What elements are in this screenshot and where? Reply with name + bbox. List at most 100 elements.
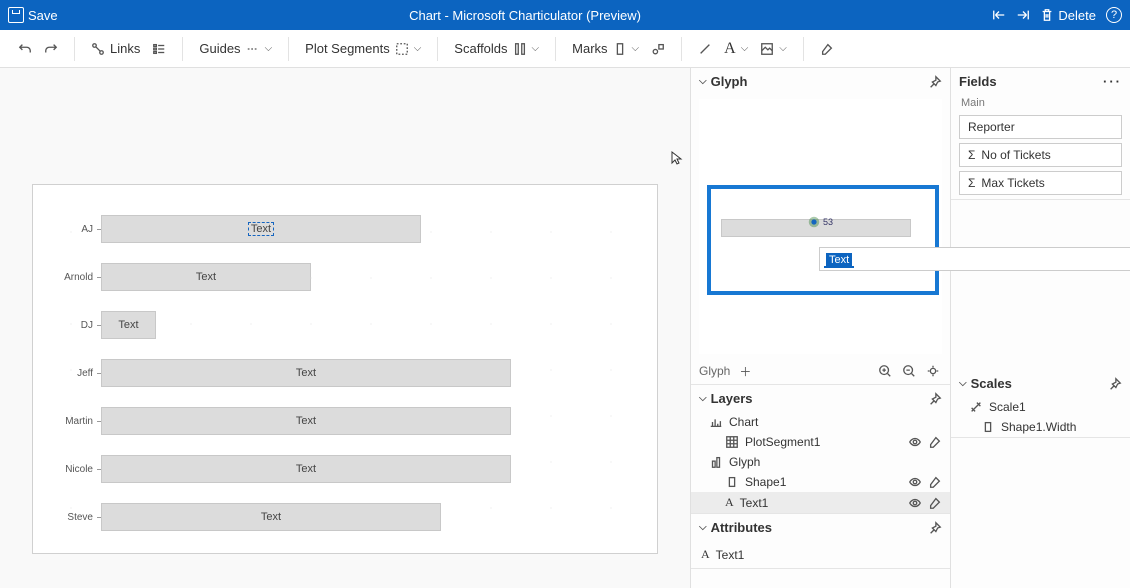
field-reporter[interactable]: Reporter [959,115,1122,139]
bar-text-mark: Text [296,463,316,475]
bar-row[interactable]: JeffText [53,353,637,393]
bar[interactable]: Text [101,407,511,435]
zoom-in-icon [878,364,892,378]
bar[interactable]: Text [101,311,156,339]
layer-label: Glyph [729,455,760,469]
collapse-toggle[interactable]: ⌵ [699,393,707,404]
field-max-tickets[interactable]: Σ Max Tickets [959,171,1122,195]
window-title: Chart - Microsoft Charticulator (Preview… [58,8,993,23]
chevron-down-icon: ⌵ [532,43,540,54]
collapse-toggle[interactable]: ⌵ [699,522,707,533]
bar[interactable]: Text [101,263,311,291]
layer-glyph[interactable]: Glyph [691,452,950,472]
chevron-down-icon: ⌵ [741,43,749,54]
undo-button[interactable] [14,38,36,60]
canvas-area[interactable]: AJTextArnoldTextDJTextJeffTextMartinText… [0,68,690,588]
layer-chart[interactable]: Chart [691,412,950,432]
bar[interactable]: Text [101,503,441,531]
zoom-in-button[interactable] [876,362,894,380]
bar-category-label: Steve [53,512,101,523]
zoom-fit-button[interactable] [924,362,942,380]
sigma-icon: Σ [968,176,975,190]
bar-row[interactable]: AJ Text [53,209,637,249]
text-mark-editor[interactable]: Text ✓ [819,247,1130,271]
visibility-toggle[interactable] [908,475,922,489]
scale-prop-item[interactable]: Shape1.Width [951,417,1130,437]
text-icon: A [701,547,710,562]
text-mark-button[interactable]: A ⌵ [720,36,752,62]
main-area: AJTextArnoldTextDJTextJeffTextMartinText… [0,68,1130,588]
zoom-out-button[interactable] [900,362,918,380]
links-icon [91,42,105,56]
pin-icon[interactable] [928,521,942,535]
symbol-mark-button[interactable] [647,38,669,60]
line-mark-button[interactable] [694,38,716,60]
help-button[interactable]: ? [1106,7,1122,23]
delete-layer-button[interactable] [928,475,942,489]
delete-button[interactable]: Delete [1040,8,1096,23]
eraser-button[interactable] [816,38,838,60]
bar-row[interactable]: DJText [53,305,637,345]
add-glyph-button[interactable]: ＋ [736,362,754,380]
glyph-footer: Glyph ＋ [691,358,950,384]
bar-category-label: DJ [53,320,101,331]
eraser-icon [820,42,834,56]
bar-row[interactable]: ArnoldText [53,257,637,297]
layer-text[interactable]: A Text1 [691,492,950,513]
field-no-of-tickets[interactable]: Σ No of Tickets [959,143,1122,167]
glyph-selection-box [707,185,939,295]
marks-button[interactable]: Marks ⌵ [568,37,643,60]
scale-item[interactable]: Scale1 [951,397,1130,417]
field-label: Max Tickets [981,176,1044,190]
layers-title: Layers [711,391,753,406]
zoom-out-icon [902,364,916,378]
line-icon [698,42,712,56]
bar[interactable]: Text [101,455,511,483]
delete-layer-button[interactable] [928,435,942,449]
visibility-toggle[interactable] [908,435,922,449]
pin-icon[interactable] [1108,377,1122,391]
glyph-canvas[interactable]: 53 Text ✓ [699,99,942,354]
redo-button[interactable] [40,38,62,60]
delete-layer-button[interactable] [928,496,942,510]
layers-panel: ⌵ Layers Chart PlotSegment1 [691,385,950,514]
dock-right-button[interactable] [1016,8,1030,22]
layer-shape[interactable]: Shape1 [691,472,950,492]
rect-icon [725,475,739,489]
layer-plotsegment[interactable]: PlotSegment1 [691,432,950,452]
icon-mark-button[interactable]: ⌵ [756,38,791,60]
bar-row[interactable]: Steve Text [53,497,637,537]
layer-label: Text1 [740,496,769,510]
guides-button[interactable]: Guides ⌵ [195,37,276,60]
text-icon: A [725,495,734,510]
bar-category-label: Martin [53,416,101,427]
more-button[interactable]: ··· [1103,74,1122,89]
bar-category-label: AJ [53,224,101,235]
bar[interactable]: Text [101,215,421,243]
bar[interactable]: Text [101,359,511,387]
plot-segments-button[interactable]: Plot Segments ⌵ [301,37,425,60]
bar-text-mark: Text [261,511,281,523]
pin-icon[interactable] [928,75,942,89]
save-button[interactable]: Save [8,7,58,23]
glyph-icon [709,455,723,469]
pin-icon[interactable] [928,392,942,406]
legend-button[interactable] [148,38,170,60]
bar-row[interactable]: NicoleText [53,449,637,489]
bar-text-mark: Text [248,222,274,236]
rectangle-mark-icon [613,42,627,56]
collapse-toggle[interactable]: ⌵ [959,378,967,389]
glyph-panel: ⌵ Glyph 53 Text ✓ [691,68,950,385]
dock-left-button[interactable] [992,8,1006,22]
chart-frame[interactable]: AJTextArnoldTextDJTextJeffTextMartinText… [32,184,658,554]
chevron-down-icon: ⌵ [779,43,787,54]
visibility-toggle[interactable] [908,496,922,510]
attribute-current: Text1 [716,548,745,562]
links-button[interactable]: Links [87,37,144,60]
scaffolds-button[interactable]: Scaffolds ⌵ [450,37,543,60]
bar-row[interactable]: MartinText [53,401,637,441]
scale-icon [969,400,983,414]
layer-label: Chart [729,415,758,429]
text-editor-value[interactable]: Text [826,253,852,267]
collapse-toggle[interactable]: ⌵ [699,76,707,87]
